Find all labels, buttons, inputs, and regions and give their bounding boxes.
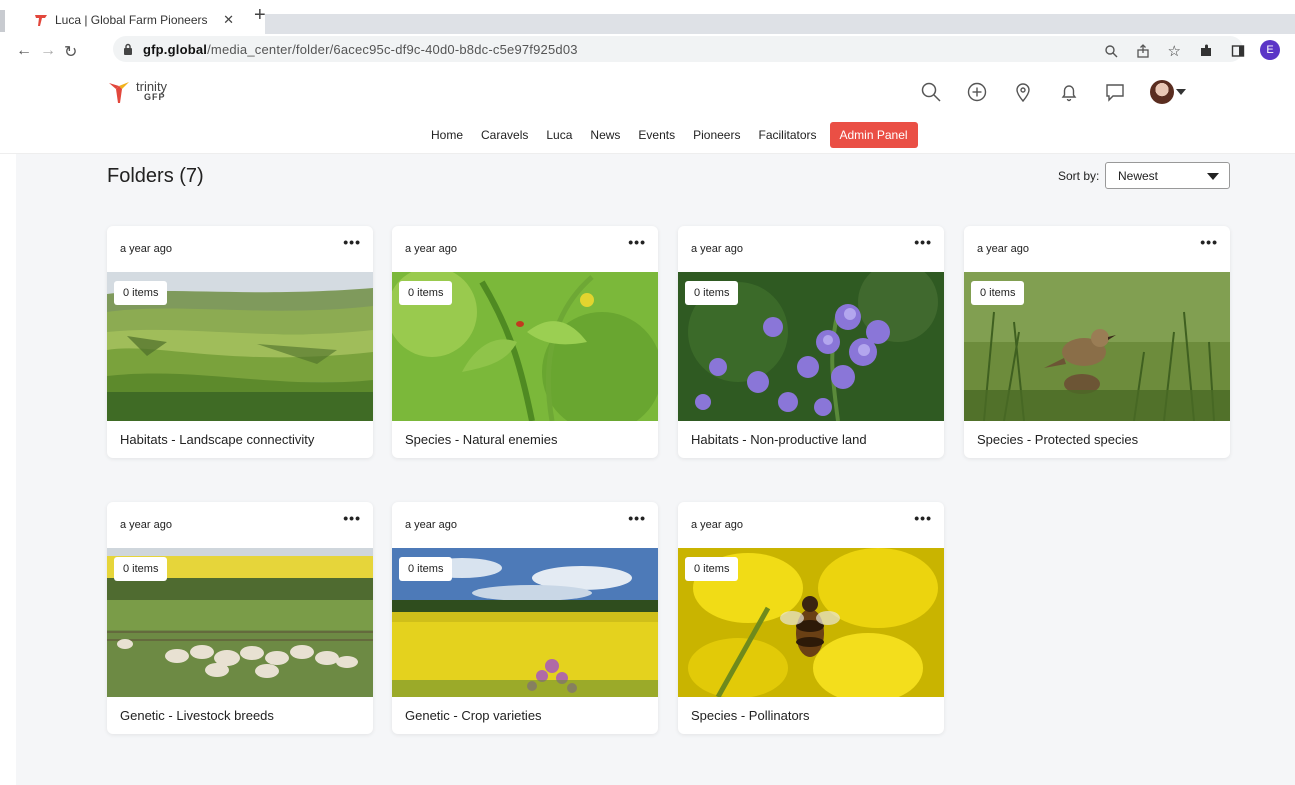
caret-down-icon [1207,173,1219,180]
folder-card[interactable]: a year ago ••• 0 items Genetic - Livesto… [107,502,373,734]
folder-card[interactable]: a year ago ••• 0 items Species - Natural… [392,226,658,458]
folder-thumbnail: 0 items [678,548,944,697]
sort-value: Newest [1118,168,1159,183]
site-favicon-icon [35,15,47,26]
sort-label: Sort by: [1058,169,1100,183]
avatar [1150,80,1174,104]
more-options-icon[interactable]: ••• [1200,234,1218,250]
items-count-badge: 0 items [685,281,739,305]
chevron-down-icon [1176,89,1186,95]
folder-date: a year ago [120,519,172,531]
address-bar[interactable]: gfp.global/media_center/folder/6acec95c-… [113,36,1243,62]
items-count-badge: 0 items [399,281,453,305]
trinity-gfp-logo[interactable]: trinity GFP [108,80,167,104]
nav-events[interactable]: Events [638,128,675,142]
new-tab-button[interactable]: + [254,5,266,25]
folder-date: a year ago [405,519,457,531]
folder-date: a year ago [691,519,743,531]
media-center-content: Folders (7) Sort by: Newest a year ago •… [16,154,1295,785]
trinity-logo-icon [109,82,129,103]
more-options-icon[interactable]: ••• [628,510,646,526]
folder-title[interactable]: Species - Pollinators [691,708,810,723]
extensions-icon[interactable] [1199,44,1213,58]
nav-facilitators[interactable]: Facilitators [758,128,816,142]
forward-arrow-icon[interactable]: → [40,42,56,60]
folder-date: a year ago [405,243,457,255]
folder-card[interactable]: a year ago ••• 0 items Species - Pollina… [678,502,944,734]
header-actions [920,80,1186,104]
admin-panel-button[interactable]: Admin Panel [829,122,918,148]
back-arrow-icon[interactable]: ← [16,42,32,60]
site-header: trinity GFP Home Caravels Luca News Even… [0,66,1295,154]
folder-thumbnail: 0 items [392,272,658,421]
add-icon[interactable] [966,81,988,103]
messages-icon[interactable] [1104,81,1126,103]
folder-title[interactable]: Habitats - Non-productive land [691,432,867,447]
tab-close-icon[interactable]: ✕ [223,12,234,28]
items-count-badge: 0 items [399,557,453,581]
search-icon[interactable] [920,81,942,103]
sort-dropdown[interactable]: Newest [1105,162,1230,189]
share-icon[interactable] [1136,44,1150,58]
nav-news[interactable]: News [590,128,620,142]
folder-title[interactable]: Genetic - Livestock breeds [120,708,274,723]
zoom-icon[interactable] [1104,44,1118,58]
folder-thumbnail: 0 items [964,272,1230,421]
browser-extension-icons: ☆ [1104,42,1245,60]
nav-pioneers[interactable]: Pioneers [693,128,740,142]
items-count-badge: 0 items [685,557,739,581]
tab-title: Luca | Global Farm Pioneers [55,13,208,27]
reload-icon[interactable]: ↻ [64,42,77,62]
tabstrip-background [265,14,1295,34]
url-host: gfp.global [143,41,208,57]
nav-caravels[interactable]: Caravels [481,128,528,142]
main-navigation: Home Caravels Luca News Events Pioneers … [431,122,918,148]
more-options-icon[interactable]: ••• [914,510,932,526]
tab-edge [0,10,5,32]
page-title: Folders (7) [107,165,204,187]
nav-home[interactable]: Home [431,128,463,142]
user-menu[interactable] [1150,80,1186,104]
side-panel-icon[interactable] [1231,44,1245,58]
items-count-badge: 0 items [114,557,168,581]
logo-text-primary: trinity [136,79,168,94]
url-path: /media_center/folder/6acec95c-df9c-40d0-… [207,41,578,57]
folder-thumbnail: 0 items [107,272,373,421]
folder-thumbnail: 0 items [392,548,658,697]
more-options-icon[interactable]: ••• [343,510,361,526]
browser-tab[interactable]: Luca | Global Farm Pioneers ✕ [16,6,248,34]
bookmark-star-icon[interactable]: ☆ [1168,42,1181,60]
lock-icon [124,43,132,55]
folder-thumbnail: 0 items [107,548,373,697]
browser-profile-avatar[interactable]: E [1260,40,1280,60]
folder-date: a year ago [120,243,172,255]
browser-toolbar: ← → ↻ gfp.global/media_center/folder/6ac… [0,34,1295,66]
folder-title[interactable]: Species - Natural enemies [405,432,557,447]
folder-title[interactable]: Habitats - Landscape connectivity [120,432,314,447]
location-pin-icon[interactable] [1012,81,1034,103]
folder-thumbnail: 0 items [678,272,944,421]
more-options-icon[interactable]: ••• [343,234,361,250]
folder-card[interactable]: a year ago ••• 0 items Habitats - Non-pr… [678,226,944,458]
folder-date: a year ago [977,243,1029,255]
folder-title[interactable]: Genetic - Crop varieties [405,708,542,723]
notification-bell-icon[interactable] [1058,81,1080,103]
items-count-badge: 0 items [114,281,168,305]
folder-date: a year ago [691,243,743,255]
nav-luca[interactable]: Luca [546,128,572,142]
folder-title[interactable]: Species - Protected species [977,432,1138,447]
folder-card[interactable]: a year ago ••• 0 items Genetic - Crop va… [392,502,658,734]
browser-tabstrip: Luca | Global Farm Pioneers ✕ + [0,0,1295,34]
more-options-icon[interactable]: ••• [914,234,932,250]
more-options-icon[interactable]: ••• [628,234,646,250]
folder-card[interactable]: a year ago ••• 0 items Species - Protect… [964,226,1230,458]
items-count-badge: 0 items [971,281,1025,305]
folder-card[interactable]: a year ago ••• 0 items Habitats - Landsc… [107,226,373,458]
